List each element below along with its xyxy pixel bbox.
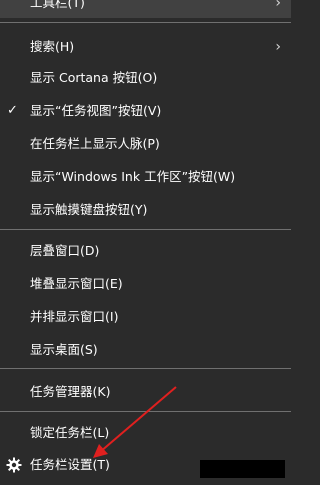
menu-item-show-people[interactable]: 在任务栏上显示人脉(P) (0, 129, 291, 159)
menu-item-label: 并排显示窗口(I) (30, 309, 119, 324)
menu-separator (0, 368, 291, 369)
taskbar-context-menu: 工具栏(T) › 搜索(H) › 显示 Cortana 按钮(O) ✓ 显示“任… (0, 0, 291, 485)
menu-item-cascade-windows[interactable]: 层叠窗口(D) (0, 236, 291, 266)
menu-item-lock-taskbar[interactable]: 锁定任务栏(L) (0, 418, 291, 448)
menu-item-search[interactable]: 搜索(H) › (0, 32, 291, 62)
menu-separator (0, 411, 291, 412)
menu-item-label: 堆叠显示窗口(E) (30, 276, 123, 291)
menu-item-label: 显示“任务视图”按钮(V) (30, 103, 162, 118)
menu-item-show-touch-keyboard-button[interactable]: 显示触摸键盘按钮(Y) (0, 195, 291, 225)
menu-item-label: 在任务栏上显示人脉(P) (30, 136, 160, 151)
menu-item-label: 工具栏(T) (30, 0, 85, 10)
chevron-right-icon: › (275, 0, 281, 11)
check-icon: ✓ (7, 103, 18, 118)
menu-item-show-task-view-button[interactable]: ✓ 显示“任务视图”按钮(V) (0, 96, 291, 126)
menu-item-label: 显示触摸键盘按钮(Y) (30, 202, 148, 217)
gear-icon (6, 457, 22, 473)
menu-item-label: 任务管理器(K) (30, 384, 111, 399)
redaction-block (200, 460, 285, 478)
menu-item-label: 显示“Windows Ink 工作区”按钮(W) (30, 169, 236, 184)
menu-item-stack-windows[interactable]: 堆叠显示窗口(E) (0, 269, 291, 299)
menu-item-label: 显示桌面(S) (30, 342, 98, 357)
menu-separator (0, 229, 291, 230)
menu-item-label: 层叠窗口(D) (30, 243, 100, 258)
menu-item-side-by-side-windows[interactable]: 并排显示窗口(I) (0, 302, 291, 332)
chevron-right-icon: › (275, 39, 281, 55)
menu-item-label: 任务栏设置(T) (30, 457, 110, 472)
menu-item-label: 显示 Cortana 按钮(O) (30, 70, 158, 85)
menu-item-toolbars[interactable]: 工具栏(T) › (0, 0, 291, 18)
menu-separator (0, 22, 291, 23)
menu-item-label: 锁定任务栏(L) (30, 425, 110, 440)
menu-item-task-manager[interactable]: 任务管理器(K) (0, 377, 291, 407)
menu-item-show-windows-ink-button[interactable]: 显示“Windows Ink 工作区”按钮(W) (0, 162, 291, 192)
menu-item-show-cortana-button[interactable]: 显示 Cortana 按钮(O) (0, 63, 291, 93)
menu-item-show-desktop[interactable]: 显示桌面(S) (0, 335, 291, 365)
menu-item-label: 搜索(H) (30, 39, 75, 54)
